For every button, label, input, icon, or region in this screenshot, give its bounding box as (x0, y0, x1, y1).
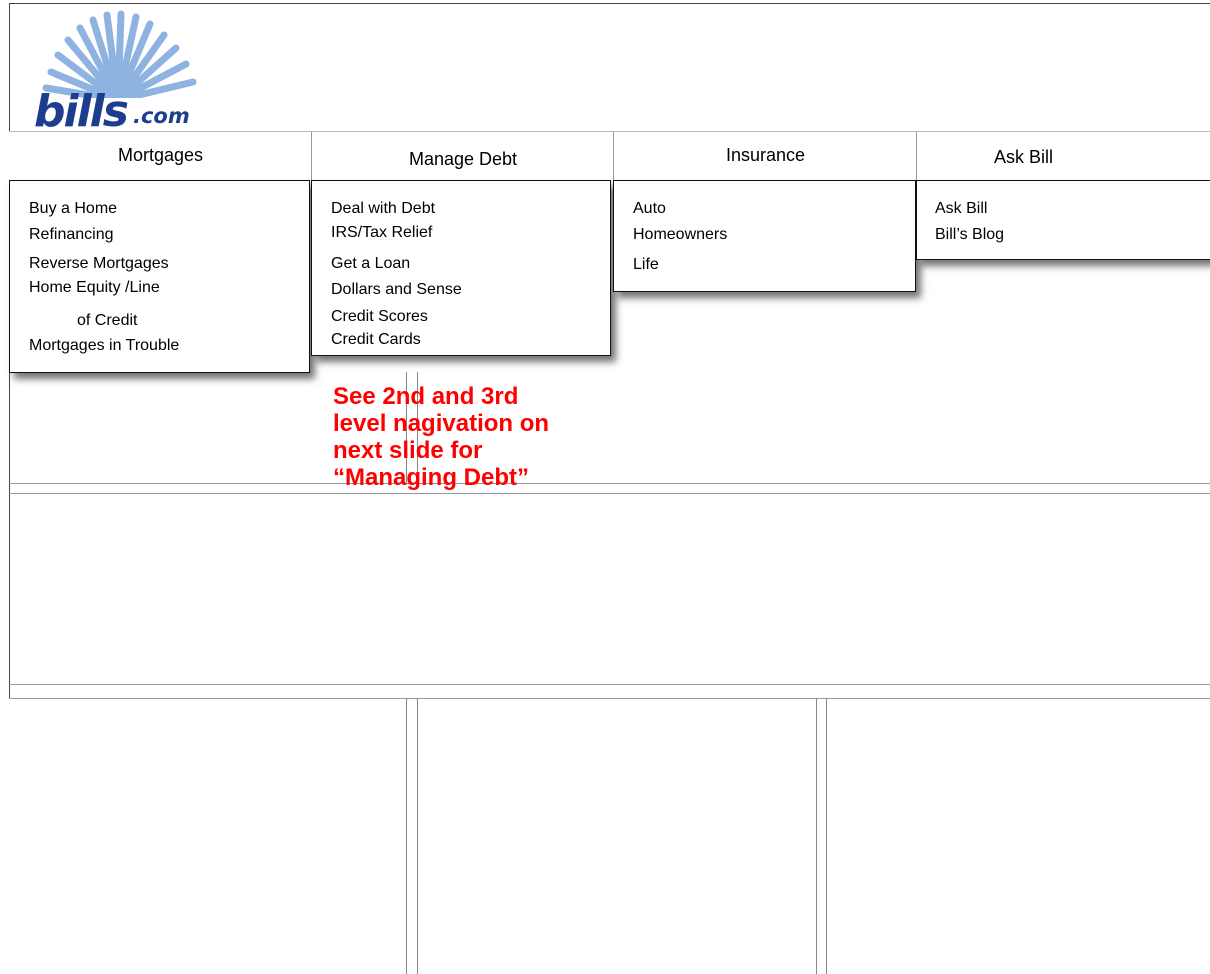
panel-divider (816, 698, 817, 974)
annotation-note: See 2nd and 3rd level nagivation on next… (333, 383, 633, 491)
menu-item-dollars-and-sense[interactable]: Dollars and Sense (331, 282, 462, 298)
tab-mortgages[interactable]: Mortgages (9, 131, 312, 180)
menu-item-credit-scores[interactable]: Credit Scores (331, 309, 428, 325)
site-logo[interactable]: bills .com (18, 8, 218, 137)
annotation-line: next slide for (333, 437, 483, 464)
ask-bill-dropdown: Ask Bill Bill’s Blog (916, 180, 1210, 260)
menu-item-get-a-loan[interactable]: Get a Loan (331, 256, 410, 272)
panel-divider (406, 698, 407, 974)
annotation-line: level nagivation on (333, 410, 550, 437)
manage-debt-dropdown: Deal with Debt IRS/Tax Relief Get a Loan… (311, 180, 611, 356)
panel-divider (417, 698, 418, 974)
logo-wordmark: bills (34, 86, 129, 137)
tab-label: Manage Debt (408, 149, 518, 169)
insurance-dropdown: Auto Homeowners Life (613, 180, 916, 292)
menu-item-home-equity[interactable]: Home Equity /Line (29, 280, 160, 296)
panel-divider (9, 698, 1210, 699)
logo-wordmark-suffix: .com (133, 104, 190, 128)
tab-label: Ask Bill (993, 147, 1053, 167)
menu-item-deal-with-debt[interactable]: Deal with Debt (331, 201, 435, 217)
menu-item-life[interactable]: Life (633, 257, 659, 273)
menu-item-credit-cards[interactable]: Credit Cards (331, 332, 421, 348)
tab-manage-debt[interactable]: Manage Debt (311, 131, 614, 180)
tab-ask-bill[interactable]: Ask Bill (916, 131, 1210, 180)
annotation-line: “Managing Debt” (333, 464, 529, 491)
mortgages-dropdown: Buy a Home Refinancing Reverse Mortgages… (9, 180, 310, 373)
menu-item-irs-tax-relief[interactable]: IRS/Tax Relief (331, 225, 432, 241)
tab-label: Mortgages (117, 145, 204, 165)
frame-top-border (9, 3, 1210, 4)
menu-item-ask-bill[interactable]: Ask Bill (935, 201, 987, 217)
menu-item-homeowners[interactable]: Homeowners (633, 227, 727, 243)
menu-item-mortgages-in-trouble[interactable]: Mortgages in Trouble (29, 338, 179, 354)
tab-insurance[interactable]: Insurance (613, 131, 917, 180)
panel-divider (826, 698, 827, 974)
menu-item-home-equity-cont[interactable]: of Credit (77, 313, 137, 329)
menu-item-buy-a-home[interactable]: Buy a Home (29, 201, 117, 217)
menu-item-refinancing[interactable]: Refinancing (29, 227, 114, 243)
panel-divider (9, 493, 1210, 494)
panel-divider (9, 684, 1210, 685)
sunburst-logo-icon (42, 10, 197, 98)
tab-label: Insurance (725, 145, 806, 165)
menu-item-reverse-mortgages[interactable]: Reverse Mortgages (29, 256, 169, 272)
annotation-line: See 2nd and 3rd (333, 383, 519, 410)
menu-item-bills-blog[interactable]: Bill’s Blog (935, 227, 1004, 243)
menu-item-auto[interactable]: Auto (633, 201, 666, 217)
